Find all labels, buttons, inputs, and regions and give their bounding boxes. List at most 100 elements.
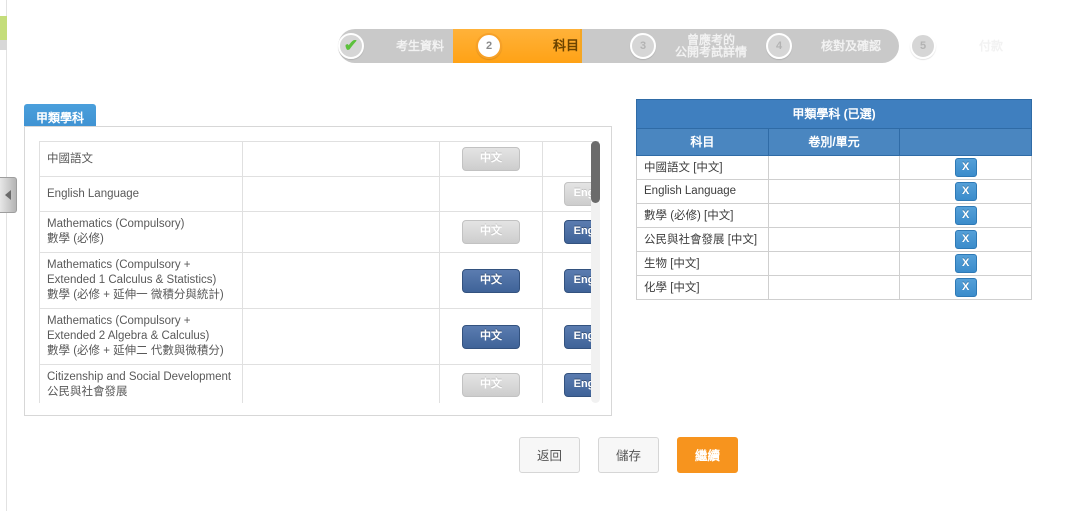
available-subjects-scrollbar-track[interactable] — [591, 141, 600, 403]
chinese-version-button: 中文 — [462, 373, 520, 397]
chinese-version-button-cell: 中文 — [439, 211, 543, 253]
chinese-version-button-cell: 中文 — [439, 141, 543, 177]
selected-subjects-title: 甲類學科 (已選) — [636, 99, 1032, 129]
remove-subject-button[interactable]: X — [954, 158, 977, 177]
selected-subject-unit — [767, 251, 901, 276]
selected-subjects-title-row: 甲類學科 (已選) — [636, 99, 1032, 129]
chinese-version-button-cell: 中文 — [439, 252, 543, 309]
selected-subjects-body: 中國語文 [中文] X English Language X 數學 (必修) [中文] X… — [636, 155, 1032, 300]
selected-subject-name: 生物 [中文] — [636, 251, 769, 276]
available-subjects-scroll-area[interactable]: 中國語文中文English LanguageEnglishMathematics… — [39, 141, 599, 403]
available-subject-row: Mathematics (Compulsory + Extended 2 Alg… — [39, 308, 599, 365]
step-circle-2[interactable]: 2 — [476, 33, 502, 59]
selected-subjects-column-row: 科目 卷別/單元 — [636, 128, 1032, 156]
chevron-left-icon — [5, 190, 11, 200]
available-subject-spacer-cell — [242, 176, 440, 212]
step-circle-3[interactable]: 3 — [630, 33, 656, 59]
available-subject-name: English Language — [39, 176, 243, 212]
step-number-2: 2 — [485, 40, 493, 52]
step-circle-5[interactable]: 5 — [910, 33, 936, 59]
available-subject-row: Mathematics (Compulsory)數學 (必修)中文English — [39, 211, 599, 253]
continue-button[interactable]: 繼續 — [677, 437, 739, 473]
chinese-version-button-cell: 中文 — [439, 308, 543, 365]
left-edge-green-strip — [0, 16, 7, 40]
available-subject-row: English LanguageEnglish — [39, 176, 599, 212]
remove-subject-cell: X — [899, 179, 1032, 204]
selected-subjects-panel: 甲類學科 (已選) 科目 卷別/單元 中國語文 [中文] X English Lan… — [636, 99, 1032, 300]
step-wizard: ✔ 考生資料 2 科目 3 曾應考的 公開考試詳情 4 核對及確認 5 付款 — [338, 29, 1046, 63]
remove-subject-cell: X — [899, 227, 1032, 252]
left-edge-gray-strip — [0, 40, 7, 50]
available-subject-name: Mathematics (Compulsory) 數學 (必修) — [39, 211, 243, 253]
selected-subjects-head: 甲類學科 (已選) 科目 卷別/單元 — [636, 99, 1032, 156]
available-subject-name: 中國語文 — [39, 141, 243, 177]
subject-name-zh: 中國語文 — [47, 152, 93, 165]
subject-name-en: English Language — [47, 187, 140, 200]
available-subject-row: Mathematics (Compulsory + Extended 1 Cal… — [39, 252, 599, 309]
chinese-version-button[interactable]: 中文 — [462, 268, 520, 293]
step-circle-4[interactable]: 4 — [766, 33, 792, 59]
save-button[interactable]: 儲存 — [598, 437, 660, 473]
selected-subject-row: 化學 [中文] X — [636, 275, 1032, 300]
selected-subject-name: 中國語文 [中文] — [636, 155, 769, 180]
step-wizard-steps: ✔ 考生資料 2 科目 3 曾應考的 公開考試詳情 4 核對及確認 5 付款 — [338, 29, 1046, 63]
selected-subject-name: 公民與社會發展 [中文] — [636, 227, 769, 252]
selected-subject-unit — [767, 155, 901, 180]
available-subjects-table: 中國語文中文English LanguageEnglishMathematics… — [39, 141, 599, 403]
available-subject-spacer-cell — [242, 252, 440, 309]
remove-subject-button[interactable]: X — [954, 230, 977, 249]
selected-subject-row: English Language X — [636, 179, 1032, 204]
selected-subject-row: 生物 [中文] X — [636, 251, 1032, 276]
selected-subject-row: 公民與社會發展 [中文] X — [636, 227, 1032, 252]
available-subject-row: Citizenship and Social Development 公民與社會發… — [39, 364, 599, 403]
available-subject-spacer-cell — [242, 141, 440, 177]
selected-subject-name: 化學 [中文] — [636, 275, 769, 300]
available-subjects-scrollbar-thumb[interactable] — [591, 141, 600, 203]
chinese-version-button: 中文 — [462, 220, 520, 244]
subject-name-zh: 公民與社會發展 — [47, 386, 128, 398]
selected-subject-unit — [767, 227, 901, 252]
back-button[interactable]: 返回 — [519, 437, 581, 473]
check-icon: ✔ — [343, 35, 359, 55]
column-header-remove — [899, 128, 1032, 156]
subject-name-zh: 數學 (必修 + 延伸一 微積分與統計) — [47, 289, 224, 301]
remove-subject-cell: X — [899, 155, 1032, 180]
subject-name-en: Mathematics (Compulsory) — [47, 218, 185, 230]
chinese-version-button[interactable]: 中文 — [462, 324, 520, 349]
chinese-version-button-cell — [439, 176, 543, 212]
left-edge-rail — [6, 0, 7, 511]
selected-subject-unit — [767, 203, 901, 228]
remove-subject-cell: X — [899, 275, 1032, 300]
subject-name-zh: 數學 (必修) — [47, 233, 104, 245]
selected-subject-name: 數學 (必修) [中文] — [636, 203, 769, 228]
subject-name-zh: 數學 (必修 + 延伸二 代數與微積分) — [47, 345, 224, 357]
available-subject-spacer-cell — [242, 364, 440, 403]
selected-subject-unit — [767, 275, 901, 300]
available-subject-row: 中國語文 中文 — [39, 141, 599, 177]
selected-subject-row: 中國語文 [中文] X — [636, 155, 1032, 180]
column-header-unit: 卷別/單元 — [767, 128, 901, 156]
step-label-1[interactable]: 考生資料 — [364, 40, 476, 52]
selected-subject-name: English Language — [636, 179, 769, 204]
subject-name-en: Citizenship and Social Development — [47, 371, 232, 383]
available-subject-spacer-cell — [242, 211, 440, 253]
remove-subject-button[interactable]: X — [954, 206, 977, 225]
step-label-3-line2: 公開考試詳情 — [674, 45, 747, 59]
remove-subject-button[interactable]: X — [954, 278, 977, 297]
footer-buttons: 返回 儲存 繼續 — [519, 437, 739, 473]
available-subject-name: Mathematics (Compulsory + Extended 1 Cal… — [39, 252, 243, 309]
remove-subject-button[interactable]: X — [954, 254, 977, 273]
step-label-5[interactable]: 付款 — [936, 40, 1046, 52]
step-circle-1[interactable]: ✔ — [338, 33, 364, 59]
panel-collapse-handle[interactable] — [0, 177, 17, 213]
step-number-3: 3 — [639, 40, 647, 52]
step-label-3[interactable]: 曾應考的 公開考試詳情 — [656, 34, 766, 58]
step-number-4: 4 — [775, 40, 783, 52]
step-label-2[interactable]: 科目 — [502, 39, 630, 52]
chinese-version-button-cell: 中文 — [439, 364, 543, 403]
remove-subject-cell: X — [899, 203, 1032, 228]
remove-subject-button[interactable]: X — [954, 182, 977, 201]
chinese-version-button: 中文 — [462, 147, 520, 171]
step-label-4[interactable]: 核對及確認 — [792, 40, 910, 52]
available-subject-name: Mathematics (Compulsory + Extended 2 Alg… — [39, 308, 243, 365]
